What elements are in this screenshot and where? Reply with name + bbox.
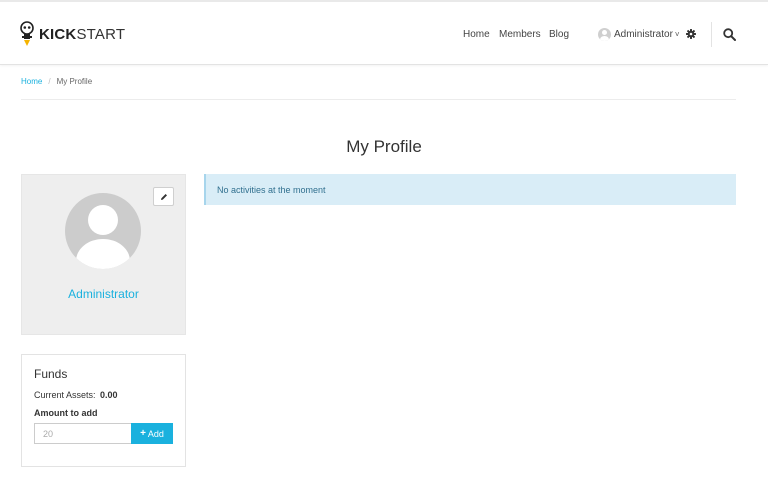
user-silhouette-icon <box>65 193 141 269</box>
plus-icon: + <box>140 428 146 439</box>
funds-title: Funds <box>34 367 68 381</box>
logo-text-regular: START <box>76 25 126 43</box>
user-menu-name: Administrator <box>614 28 673 40</box>
breadcrumb: Home / My Profile <box>21 77 92 86</box>
gear-icon[interactable] <box>686 29 696 39</box>
edit-profile-button[interactable] <box>153 187 174 206</box>
navbar-divider <box>711 22 712 47</box>
pencil-icon <box>160 193 167 200</box>
funds-card: Funds Current Assets: 0.00 Amount to add… <box>21 354 186 467</box>
add-button-label: Add <box>147 428 164 439</box>
add-funds-button[interactable]: + Add <box>131 423 173 444</box>
avatar-body <box>76 239 130 269</box>
nav-link-blog[interactable]: Blog <box>549 2 569 67</box>
breadcrumb-current: My Profile <box>56 77 93 86</box>
chevron-down-icon: ˅ <box>674 29 680 39</box>
profile-card: Administrator <box>21 174 186 335</box>
logo-text: KICKSTART <box>39 27 125 42</box>
amount-input[interactable] <box>34 423 132 444</box>
current-assets-label: Current Assets: <box>34 390 96 400</box>
breadcrumb-home-link[interactable]: Home <box>21 77 42 86</box>
profile-name: Administrator <box>68 287 139 301</box>
current-assets-value: 0.00 <box>100 390 118 400</box>
top-navbar: KICKSTART Home Members Blog Administrato… <box>0 0 768 65</box>
breadcrumb-divider <box>21 99 736 100</box>
site-logo[interactable]: KICKSTART <box>19 21 125 47</box>
page-title: My Profile <box>346 137 422 156</box>
breadcrumb-separator: / <box>48 77 51 86</box>
current-assets: Current Assets: 0.00 <box>34 390 118 400</box>
logo-text-bold: KICK <box>39 25 77 43</box>
user-avatar-icon <box>598 27 611 41</box>
avatar-head <box>88 205 118 235</box>
robot-bulb-icon <box>20 21 34 46</box>
amount-label: Amount to add <box>34 408 98 418</box>
nav-link-home[interactable]: Home <box>463 2 490 67</box>
user-menu-dropdown[interactable]: Administrator ˅ <box>598 27 680 41</box>
nav-link-members[interactable]: Members <box>499 2 541 67</box>
search-icon[interactable] <box>723 28 736 41</box>
activities-empty-alert: No activities at the moment <box>204 174 736 205</box>
